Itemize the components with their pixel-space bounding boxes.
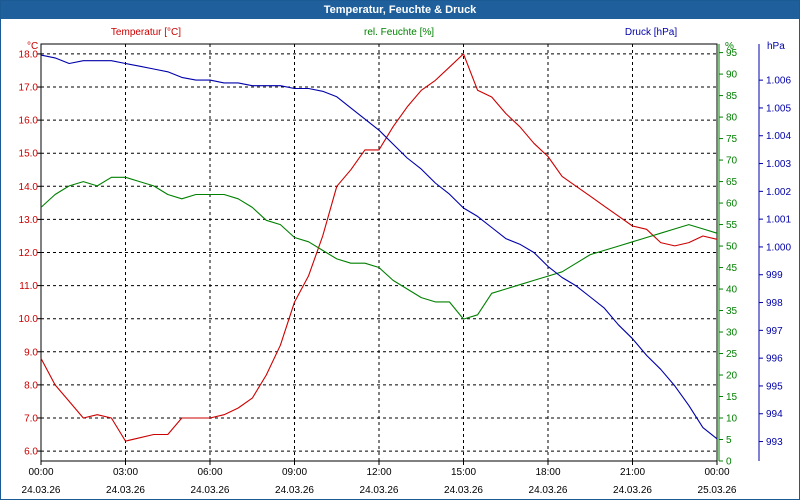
humidity-tick-label: 95 bbox=[726, 48, 738, 59]
axes: 00:00 24.03.26 03:00 24.03.26 06:00 24.03.26 0… bbox=[19, 44, 791, 496]
x-tick-time-label: 06:00 bbox=[197, 467, 222, 478]
humidity-tick-label: 70 bbox=[726, 156, 738, 167]
humidity-tick-label: 80 bbox=[726, 113, 738, 124]
temperature-tick-label: 9.0 bbox=[24, 347, 38, 358]
pressure-tick-label: 996 bbox=[766, 354, 783, 365]
humidity-tick-label: 40 bbox=[726, 285, 738, 296]
pressure-unit-label: hPa bbox=[767, 41, 785, 52]
temperature-tick-label: 11.0 bbox=[19, 281, 38, 292]
x-tick-date-label: 24.03.26 bbox=[106, 485, 145, 496]
humidity-tick-label: 0 bbox=[726, 457, 732, 468]
humidity-tick-label: 30 bbox=[726, 328, 738, 339]
pressure-tick-label: 998 bbox=[766, 298, 783, 309]
x-tick-time-label: 18:00 bbox=[535, 467, 560, 478]
temperature-tick-label: 10.0 bbox=[19, 314, 39, 325]
pressure-tick-label: 1.003 bbox=[766, 159, 791, 170]
pressure-tick-label: 995 bbox=[766, 381, 783, 392]
pressure-tick-label: 1.002 bbox=[766, 187, 791, 198]
humidity-tick-label: 10 bbox=[726, 414, 738, 425]
x-tick-date-label: 24.03.26 bbox=[275, 485, 314, 496]
humidity-tick-label: 25 bbox=[726, 349, 738, 360]
x-tick-date-label: 24.03.26 bbox=[529, 485, 568, 496]
x-tick-date-label: 24.03.26 bbox=[360, 485, 399, 496]
humidity-tick-label: 60 bbox=[726, 199, 738, 210]
temperature-tick-label: 17.0 bbox=[19, 83, 39, 94]
x-tick-time-label: 12:00 bbox=[366, 467, 391, 478]
temperature-tick-label: 7.0 bbox=[24, 413, 38, 424]
pressure-tick-label: 1.000 bbox=[766, 242, 791, 253]
x-tick-time-label: 21:00 bbox=[620, 467, 645, 478]
humidity-axis-label: rel. Feuchte [%] bbox=[364, 27, 434, 38]
chart: Temperatur [°C] rel. Feuchte [%] Druck [… bbox=[19, 27, 792, 496]
x-tick-time-label: 15:00 bbox=[451, 467, 476, 478]
x-tick-time-label: 03:00 bbox=[113, 467, 138, 478]
temperature-axis-label: Temperatur [°C] bbox=[111, 27, 181, 38]
humidity-tick-label: 5 bbox=[726, 435, 732, 446]
humidity-tick-label: 45 bbox=[726, 263, 738, 274]
x-tick-time-label: 09:00 bbox=[282, 467, 307, 478]
pressure-tick-label: 1.004 bbox=[766, 131, 791, 142]
humidity-tick-label: 85 bbox=[726, 91, 738, 102]
pressure-tick-label: 1.006 bbox=[766, 76, 791, 87]
chart-window: Temperatur, Feuchte & Druck Temperatur [… bbox=[0, 0, 800, 500]
temperature-tick-label: 18.0 bbox=[19, 49, 39, 60]
temperature-tick-label: 12.0 bbox=[19, 248, 39, 259]
pressure-tick-label: 1.005 bbox=[766, 103, 791, 114]
pressure-axis-label: Druck [hPa] bbox=[625, 27, 677, 38]
pressure-tick-label: 993 bbox=[766, 437, 783, 448]
humidity-tick-label: 90 bbox=[726, 70, 738, 81]
pressure-tick-label: 1.001 bbox=[766, 215, 791, 226]
pressure-tick-label: 997 bbox=[766, 326, 783, 337]
humidity-tick-label: 65 bbox=[726, 177, 738, 188]
x-tick-date-label: 25.03.26 bbox=[698, 485, 737, 496]
temperature-tick-label: 6.0 bbox=[24, 447, 38, 458]
temperature-tick-label: 13.0 bbox=[19, 215, 39, 226]
humidity-tick-label: 15 bbox=[726, 392, 738, 403]
window-title: Temperatur, Feuchte & Druck bbox=[1, 1, 799, 19]
pressure-tick-label: 999 bbox=[766, 270, 783, 281]
x-tick-date-label: 24.03.26 bbox=[444, 485, 483, 496]
humidity-tick-label: 75 bbox=[726, 134, 738, 145]
pressure-tick-label: 994 bbox=[766, 409, 783, 420]
temperature-tick-label: 16.0 bbox=[19, 116, 39, 127]
humidity-tick-label: 35 bbox=[726, 306, 738, 317]
x-tick-time-label: 00:00 bbox=[704, 467, 729, 478]
x-tick-date-label: 24.03.26 bbox=[191, 485, 230, 496]
x-tick-time-label: 00:00 bbox=[28, 467, 53, 478]
humidity-tick-label: 50 bbox=[726, 242, 738, 253]
humidity-tick-label: 55 bbox=[726, 220, 738, 231]
humidity-tick-label: 20 bbox=[726, 371, 738, 382]
x-tick-date-label: 24.03.26 bbox=[22, 485, 61, 496]
temperature-tick-label: 15.0 bbox=[19, 149, 39, 160]
x-tick-date-label: 24.03.26 bbox=[613, 485, 652, 496]
grid bbox=[40, 43, 718, 462]
temperature-tick-label: 14.0 bbox=[19, 182, 39, 193]
temperature-tick-label: 8.0 bbox=[24, 380, 38, 391]
